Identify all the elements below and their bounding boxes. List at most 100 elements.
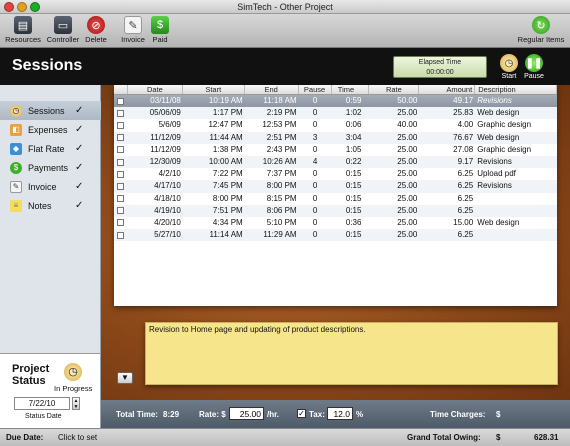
pause-button[interactable]: ❚❚ Pause (522, 54, 546, 80)
time-charges-currency: $ (496, 410, 501, 419)
row-checkbox[interactable] (114, 144, 128, 156)
rate-label: Rate: $ (199, 410, 226, 419)
cell-pause: 0 (312, 120, 318, 130)
paid-button[interactable]: $ Paid (149, 16, 171, 44)
row-checkbox[interactable] (114, 193, 128, 205)
status-bar: Due Date: Click to set Grand Total Owing… (0, 428, 570, 446)
window-titlebar: SimTech - Other Project (0, 0, 570, 14)
cell-date: 4/18/10 (154, 193, 181, 203)
table-row[interactable]: 5/27/10 11:14 AM 11:29 AM 0 0:15 25.00 6.25 (114, 229, 557, 242)
cell-rate: 25.00 (397, 132, 418, 142)
sidebar-item-payments[interactable]: $ Payments ✓ (0, 158, 101, 177)
sidebar-item-invoice[interactable]: ✎ Invoice ✓ (0, 177, 101, 196)
row-checkbox[interactable] (114, 180, 128, 192)
column-header-description[interactable]: Description (475, 85, 557, 94)
cell-rate: 25.00 (397, 181, 418, 191)
cell-amount: 6.25 (457, 169, 474, 179)
column-header-date[interactable]: Date (128, 85, 183, 94)
row-checkbox[interactable] (114, 205, 128, 217)
table-body: 03/11/08 10:19 AM 11:18 AM 0 0:59 50.00 49.17 R… (114, 95, 557, 242)
row-checkbox[interactable] (114, 132, 128, 144)
regular-items-icon: ↻ (532, 16, 550, 34)
invoice-button[interactable]: ✎ Invoice (120, 16, 146, 44)
column-header-amount[interactable]: Amount (419, 85, 476, 94)
window-controls (4, 2, 40, 12)
row-checkbox[interactable] (114, 217, 128, 229)
delete-button[interactable]: ⊘ Delete (83, 16, 109, 44)
cell-rate: 25.00 (397, 230, 418, 240)
controller-label: Controller (46, 35, 80, 44)
cell-start: 11:44 AM (209, 132, 243, 142)
cell-end: 8:06 PM (266, 205, 297, 215)
table-row[interactable]: 4/17/10 7:45 PM 8:00 PM 0 0:15 25.00 6.25 Revis… (114, 180, 557, 193)
status-date-label: Status Date (25, 413, 62, 420)
table-row[interactable]: 05/06/09 1:17 PM 2:19 PM 0 1:02 25.00 25.83 Web… (114, 107, 557, 120)
table-row[interactable]: 4/2/10 7:22 PM 7:37 PM 0 0:15 25.00 6.25 Upload… (114, 168, 557, 180)
cell-date: 4/17/10 (154, 181, 181, 191)
cell-end: 11:18 AM (263, 96, 297, 105)
table-row[interactable]: 4/20/10 4:34 PM 5:10 PM 0 0:36 25.00 15.00 Web … (114, 217, 557, 229)
sessions-table: Date Start End Pause Time Rate Amount De… (114, 85, 557, 306)
delete-icon: ⊘ (87, 16, 105, 34)
row-checkbox[interactable] (114, 168, 128, 180)
table-row[interactable]: 11/12/09 1:38 PM 2:43 PM 0 1:05 25.00 27.08 Gra… (114, 144, 557, 156)
resources-button[interactable]: ▤ Resources (4, 16, 42, 44)
cell-date: 05/06/09 (149, 108, 181, 118)
start-button[interactable]: ◷ Start (498, 54, 520, 80)
sidebar-item-sessions[interactable]: ◷ Sessions ✓ (0, 101, 101, 120)
session-note[interactable]: Revision to Home page and updating of pr… (145, 322, 558, 385)
rate-input[interactable] (229, 407, 264, 420)
status-date-field[interactable]: 7/22/10 (14, 397, 70, 410)
cell-rate: 25.00 (397, 217, 418, 227)
table-row[interactable]: 5/6/09 12:47 PM 12:53 PM 0 0:06 40.00 4.00 Grap… (114, 119, 557, 131)
zoom-window-button[interactable] (30, 2, 40, 12)
cell-desc (475, 229, 557, 241)
row-checkbox[interactable] (114, 229, 128, 241)
cell-desc: Revisions (477, 96, 512, 105)
receipt-icon: ◧ (10, 123, 22, 136)
row-checkbox[interactable] (114, 95, 128, 107)
regular-items-button[interactable]: ↻ Regular Items (514, 16, 568, 44)
table-row[interactable]: 4/18/10 8:00 PM 8:15 PM 0 0:15 25.00 6.25 (114, 193, 557, 205)
project-status-title-line2: Status (12, 375, 46, 387)
table-row[interactable]: 4/19/10 7:51 PM 8:06 PM 0 0:15 25.00 6.25 (114, 204, 557, 217)
cell-time: 0:22 (345, 156, 362, 166)
sidebar-item-expenses[interactable]: ◧ Expenses ✓ (0, 120, 101, 139)
row-checkbox[interactable] (114, 156, 128, 168)
minimize-window-button[interactable] (17, 2, 27, 12)
sidebar-item-notes[interactable]: ≡ Notes ✓ (0, 196, 101, 215)
row-checkbox[interactable] (114, 119, 128, 131)
tax-checkbox[interactable]: ✓ (297, 409, 306, 418)
cell-start: 11:14 AM (209, 230, 243, 240)
table-row[interactable]: 03/11/08 10:19 AM 11:18 AM 0 0:59 50.00 49.17 R… (114, 95, 557, 108)
cell-amount: 6.25 (457, 230, 474, 240)
row-checkbox[interactable] (114, 107, 128, 119)
column-header-start[interactable]: Start (183, 85, 245, 94)
status-date-stepper[interactable]: ▲ ▼ (72, 397, 80, 410)
elapsed-time-value: 00:00:00 (426, 69, 454, 76)
column-header-end[interactable]: End (245, 85, 299, 94)
sidebar-item-label: Notes (28, 200, 52, 211)
grand-total-value: 628.31 (534, 433, 559, 442)
table-row[interactable]: 12/30/09 10:00 AM 10:26 AM 4 0:22 25.00 9.17 Re… (114, 155, 557, 169)
sidebar-item-label: Payments (28, 162, 69, 173)
table-row[interactable]: 11/12/09 11:44 AM 2:51 PM 3 3:04 25.00 76.67 We… (114, 131, 557, 144)
sidebar-item-flat-rate[interactable]: ◆ Flat Rate ✓ (0, 139, 101, 158)
sidebar-item-label: Flat Rate (28, 143, 65, 154)
tax-input[interactable] (327, 407, 353, 420)
project-status-title: Project Status (12, 363, 49, 387)
column-header-time[interactable]: Time (332, 85, 370, 94)
column-header-pause[interactable]: Pause (299, 85, 332, 94)
note-toggle-button[interactable]: ▼ (117, 372, 133, 384)
due-date-label: Due Date: (6, 433, 44, 442)
due-date-value[interactable]: Click to set (58, 433, 97, 442)
column-header-rate[interactable]: Rate (369, 85, 420, 94)
close-window-button[interactable] (4, 2, 14, 12)
resources-icon: ▤ (14, 16, 32, 34)
tax-label: Tax: (309, 410, 325, 419)
cell-pause: 0 (312, 205, 318, 215)
status-clock-icon[interactable]: ◷ (64, 363, 82, 381)
cell-time: 3:04 (345, 132, 362, 142)
controller-button[interactable]: ▭ Controller (44, 16, 82, 44)
cell-pause: 0 (312, 144, 318, 154)
